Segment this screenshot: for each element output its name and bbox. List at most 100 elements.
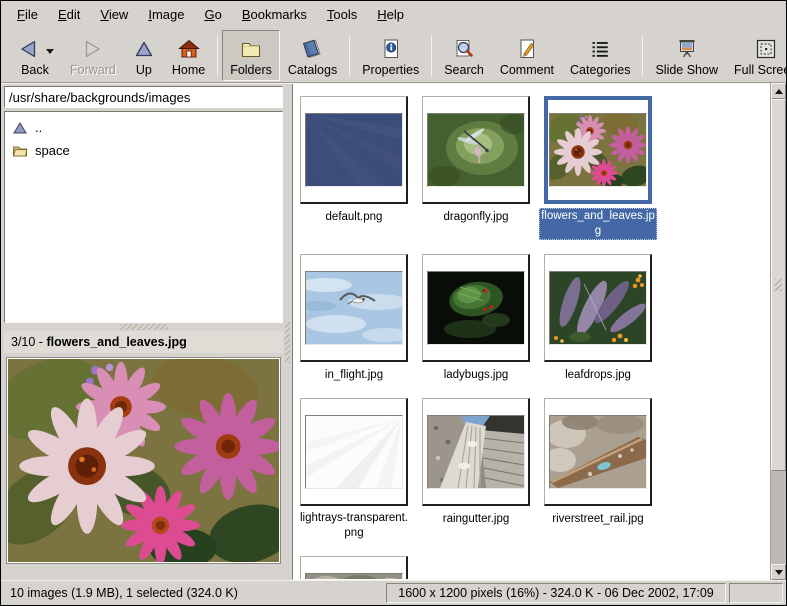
toolbar-button-up[interactable]: Up xyxy=(124,30,164,81)
menu-go[interactable]: Go xyxy=(194,3,231,26)
thumbnail-card[interactable] xyxy=(300,398,408,506)
toolbar-button-label: Home xyxy=(172,63,205,77)
dropdown-arrow-icon[interactable] xyxy=(46,49,54,58)
menu-help[interactable]: Help xyxy=(367,3,414,26)
toolbar-button-full-screen[interactable]: Full Screen xyxy=(726,30,787,81)
gthumb-window: File Edit View Image Go Bookmarks Tools … xyxy=(0,0,787,606)
back-icon xyxy=(16,37,40,61)
toolbar-button-label: Search xyxy=(444,63,484,77)
thumbnail-card[interactable] xyxy=(544,254,652,362)
location-input[interactable] xyxy=(4,86,283,108)
menu-bar: File Edit View Image Go Bookmarks Tools … xyxy=(1,1,786,28)
toolbar-button-home[interactable]: Home xyxy=(164,30,213,81)
toolbar-button-comment[interactable]: Comment xyxy=(492,30,562,81)
toolbar-button-label: Comment xyxy=(500,63,554,77)
menu-image[interactable]: Image xyxy=(138,3,194,26)
thumbnail-row xyxy=(300,556,769,580)
categories-icon xyxy=(588,37,612,61)
file-item-partial[interactable] xyxy=(300,556,408,580)
toolbar-button-label: Catalogs xyxy=(288,63,337,77)
sidebar: .. space 3/10 - flowers_and_leaves.jpg xyxy=(1,83,283,580)
menu-file[interactable]: File xyxy=(7,3,48,26)
toolbar-button-label: Folders xyxy=(230,63,272,77)
main-area: .. space 3/10 - flowers_and_leaves.jpg d… xyxy=(1,83,786,580)
folder-icon xyxy=(12,143,28,159)
horizontal-splitter[interactable] xyxy=(4,323,283,331)
file-item-leafdrops-jpg[interactable]: leafdrops.jpg xyxy=(544,254,652,384)
toolbar-button-forward[interactable]: Forward xyxy=(62,30,124,81)
menu-item-label: Image xyxy=(148,7,184,22)
file-item-flowers-and-leaves-jpg[interactable]: flowers_and_leaves.jpg xyxy=(544,96,652,240)
menu-item-label: File xyxy=(17,7,38,22)
selection-position: 3/10 - xyxy=(11,335,46,349)
thumbnail-card[interactable] xyxy=(422,254,530,362)
toolbar-button-label: Up xyxy=(136,63,152,77)
status-image-details: 1600 x 1200 pixels (16%) - 324.0 K - 06 … xyxy=(386,583,726,603)
thumbnail-image xyxy=(550,416,646,488)
menu-item-label: View xyxy=(100,7,128,22)
selection-info: 3/10 - flowers_and_leaves.jpg xyxy=(4,331,283,353)
toolbar-separator xyxy=(217,35,218,76)
toolbar-button-label: Properties xyxy=(362,63,419,77)
file-item-default-png[interactable]: default.png xyxy=(300,96,408,240)
fullscreen-icon xyxy=(754,37,778,61)
file-name: ladybugs.jpg xyxy=(442,367,511,384)
toolbar-button-label: Categories xyxy=(570,63,630,77)
menu-item-label: Bookmarks xyxy=(242,7,307,22)
status-resize-area xyxy=(729,583,783,603)
comment-icon xyxy=(515,37,539,61)
folder-list: .. space xyxy=(4,111,283,323)
menu-bookmarks[interactable]: Bookmarks xyxy=(232,3,317,26)
toolbar-button-categories[interactable]: Categories xyxy=(562,30,638,81)
file-item-raingutter-jpg[interactable]: raingutter.jpg xyxy=(422,398,530,542)
thumbnail-card[interactable] xyxy=(544,96,652,204)
scroll-up-button[interactable] xyxy=(771,83,786,99)
vertical-splitter[interactable] xyxy=(283,83,292,580)
thumbnail-card[interactable] xyxy=(300,96,408,204)
preview-pane xyxy=(4,353,283,580)
toolbar: Back Forward Up Home Folders Catalogs xyxy=(1,28,786,83)
scrollbar-thumb[interactable] xyxy=(771,99,786,471)
home-icon xyxy=(177,37,201,61)
menu-item-label: Go xyxy=(204,7,221,22)
thumbnail-card[interactable] xyxy=(422,96,530,204)
thumbnail-card[interactable] xyxy=(300,254,408,362)
file-item-lightrays-transparent-png[interactable]: lightrays-transparent.png xyxy=(300,398,408,542)
file-item-in-flight-jpg[interactable]: in_flight.jpg xyxy=(300,254,408,384)
toolbar-button-back[interactable]: Back xyxy=(8,30,62,81)
toolbar-button-slide-show[interactable]: Slide Show xyxy=(647,30,726,81)
file-name: default.png xyxy=(324,209,385,226)
file-item-dragonfly-jpg[interactable]: dragonfly.jpg xyxy=(422,96,530,240)
thumbnail-card[interactable] xyxy=(300,556,408,580)
menu-view[interactable]: View xyxy=(90,3,138,26)
file-item-ladybugs-jpg[interactable]: ladybugs.jpg xyxy=(422,254,530,384)
menu-tools[interactable]: Tools xyxy=(317,3,367,26)
menu-edit[interactable]: Edit xyxy=(48,3,90,26)
scroll-down-button[interactable] xyxy=(771,564,786,580)
toolbar-button-folders[interactable]: Folders xyxy=(222,30,280,81)
folder-item-label: .. xyxy=(35,120,42,135)
file-item-riverstreet-rail-jpg[interactable]: riverstreet_rail.jpg xyxy=(544,398,652,542)
toolbar-button-search[interactable]: Search xyxy=(436,30,492,81)
status-left-text: 10 images (1.9 MB), 1 selected (324.0 K) xyxy=(1,586,238,600)
toolbar-button-properties[interactable]: Properties xyxy=(354,30,427,81)
up-icon xyxy=(132,37,156,61)
menu-item-label: Edit xyxy=(58,7,80,22)
preview-artwork xyxy=(8,359,279,562)
toolbar-separator xyxy=(431,35,432,76)
thumbnail-scrollbar[interactable] xyxy=(770,83,786,580)
properties-icon xyxy=(379,37,403,61)
toolbar-button-label: Full Screen xyxy=(734,63,787,77)
folder-item-space[interactable]: space xyxy=(7,139,280,162)
thumbnail-card[interactable] xyxy=(544,398,652,506)
thumbnail-grid: default.png dragonfly.jpg flowers_and_le… xyxy=(292,83,770,580)
toolbar-button-catalogs[interactable]: Catalogs xyxy=(280,30,345,81)
thumbnail-image xyxy=(550,272,646,344)
thumbnail-card[interactable] xyxy=(422,398,530,506)
up-dir-icon xyxy=(12,120,28,136)
file-name: lightrays-transparent.png xyxy=(295,510,413,542)
arrow-up-icon xyxy=(775,85,783,94)
folder-item-[interactable]: .. xyxy=(7,116,280,139)
thumbnail-image xyxy=(306,114,402,186)
thumbnail-image xyxy=(428,416,524,488)
